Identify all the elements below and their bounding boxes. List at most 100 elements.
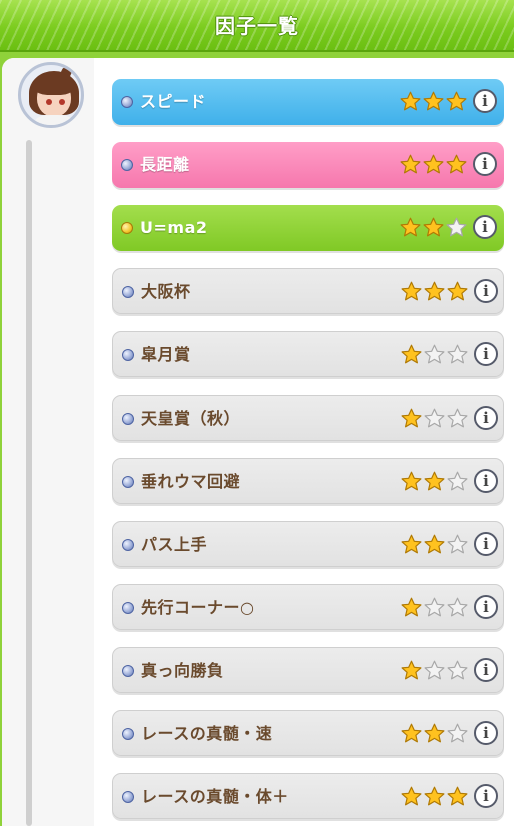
star-filled-icon (423, 91, 444, 111)
star-rating (400, 79, 470, 125)
factor-dot-icon (122, 728, 134, 740)
info-icon[interactable]: i (474, 657, 498, 682)
factor-label: パス上手 (141, 534, 208, 554)
star-filled-icon (446, 154, 467, 174)
factor-dot-icon (121, 96, 133, 108)
factor-dot-icon (122, 412, 134, 425)
star-filled-icon (447, 281, 468, 301)
factor-label: 大阪杯 (141, 282, 191, 302)
star-filled-icon (401, 723, 422, 743)
factor-dot-icon (122, 664, 134, 677)
factor-row[interactable]: パス上手 i (112, 520, 504, 568)
factor-row[interactable]: 天皇賞（秋） i (112, 394, 504, 442)
star-empty-icon (424, 597, 445, 617)
star-empty-icon (446, 217, 467, 237)
star-rating (401, 332, 471, 378)
star-empty-icon (447, 660, 468, 680)
factor-label: 先行コーナー○ (141, 597, 255, 617)
factor-dot-icon (122, 286, 134, 299)
star-filled-icon (423, 154, 444, 174)
info-icon[interactable]: i (473, 215, 497, 240)
star-empty-icon (447, 344, 468, 364)
star-filled-icon (446, 91, 467, 111)
factor-label: U=ma2 (140, 218, 208, 238)
star-rating (401, 459, 471, 505)
factor-dot-icon (122, 791, 134, 804)
star-rating (400, 142, 470, 188)
factor-row[interactable]: 長距離 i (112, 142, 504, 189)
star-filled-icon (400, 217, 421, 237)
star-filled-icon (424, 281, 445, 301)
star-filled-icon (401, 471, 422, 490)
factor-label: 皐月賞 (141, 345, 191, 365)
factor-dot-icon (122, 538, 134, 551)
factor-row[interactable]: レースの真髄・体＋ i (112, 773, 504, 820)
factor-label: スピード (140, 92, 207, 111)
factor-label: 天皇賞（秋） (141, 408, 241, 428)
star-rating (401, 648, 471, 694)
star-filled-icon (401, 660, 422, 680)
star-empty-icon (447, 534, 468, 554)
star-filled-icon (401, 408, 422, 427)
character-column (2, 58, 94, 826)
page-title: 因子一覧 (215, 14, 299, 38)
info-icon[interactable]: i (474, 721, 498, 745)
factor-dot-icon (122, 601, 134, 614)
info-icon[interactable]: i (474, 594, 498, 619)
star-filled-icon (400, 154, 421, 174)
info-icon[interactable]: i (474, 784, 498, 809)
star-filled-icon (401, 281, 422, 301)
info-icon[interactable]: i (474, 531, 498, 556)
factor-dot-icon (121, 159, 133, 172)
star-rating (401, 585, 471, 631)
star-filled-icon (401, 597, 422, 617)
factor-row[interactable]: 垂れウマ回避 i (112, 457, 504, 505)
factor-dot-icon (122, 475, 134, 488)
factor-row[interactable]: U=ma2 i (112, 205, 504, 252)
factor-row[interactable]: 大阪杯 i (112, 268, 504, 315)
star-filled-icon (424, 471, 445, 490)
star-rating (401, 269, 471, 315)
star-empty-icon (424, 408, 445, 427)
star-filled-icon (447, 786, 468, 806)
star-empty-icon (424, 344, 445, 364)
factor-row[interactable]: スピード i (112, 79, 504, 125)
star-rating (401, 522, 471, 568)
factor-label: 垂れウマ回避 (141, 471, 241, 491)
info-icon[interactable]: i (474, 342, 498, 367)
star-empty-icon (447, 597, 468, 617)
factor-label: レースの真髄・速 (141, 724, 273, 743)
star-filled-icon (401, 786, 422, 806)
character-avatar-icon[interactable] (18, 62, 84, 128)
star-filled-icon (401, 534, 422, 554)
factor-dot-icon (122, 349, 134, 362)
star-filled-icon (401, 344, 422, 364)
header-bar: 因子一覧 (0, 0, 514, 52)
factor-label: 真っ向勝負 (141, 660, 224, 680)
star-rating (401, 711, 471, 757)
star-rating (401, 774, 471, 820)
scrollbar[interactable] (26, 140, 32, 826)
star-rating (400, 205, 470, 251)
factor-row[interactable]: 皐月賞 i (112, 331, 504, 378)
factor-row[interactable]: 真っ向勝負 i (112, 646, 504, 694)
factor-row[interactable]: 先行コーナー○ i (112, 583, 504, 631)
star-filled-icon (400, 91, 421, 111)
star-empty-icon (447, 471, 468, 490)
star-filled-icon (423, 217, 444, 237)
star-filled-icon (424, 723, 445, 743)
info-icon[interactable]: i (474, 405, 498, 430)
star-empty-icon (447, 723, 468, 743)
info-icon[interactable]: i (473, 152, 497, 177)
star-empty-icon (447, 408, 468, 427)
star-filled-icon (424, 534, 445, 554)
info-icon[interactable]: i (474, 468, 498, 493)
star-filled-icon (424, 786, 445, 806)
info-icon[interactable]: i (474, 279, 498, 304)
factor-label: レースの真髄・体＋ (141, 787, 289, 807)
factor-label: 長距離 (140, 155, 190, 175)
star-rating (401, 396, 471, 442)
factor-row[interactable]: レースの真髄・速 i (112, 710, 504, 756)
info-icon[interactable]: i (473, 89, 497, 113)
factor-dot-icon (121, 222, 133, 235)
